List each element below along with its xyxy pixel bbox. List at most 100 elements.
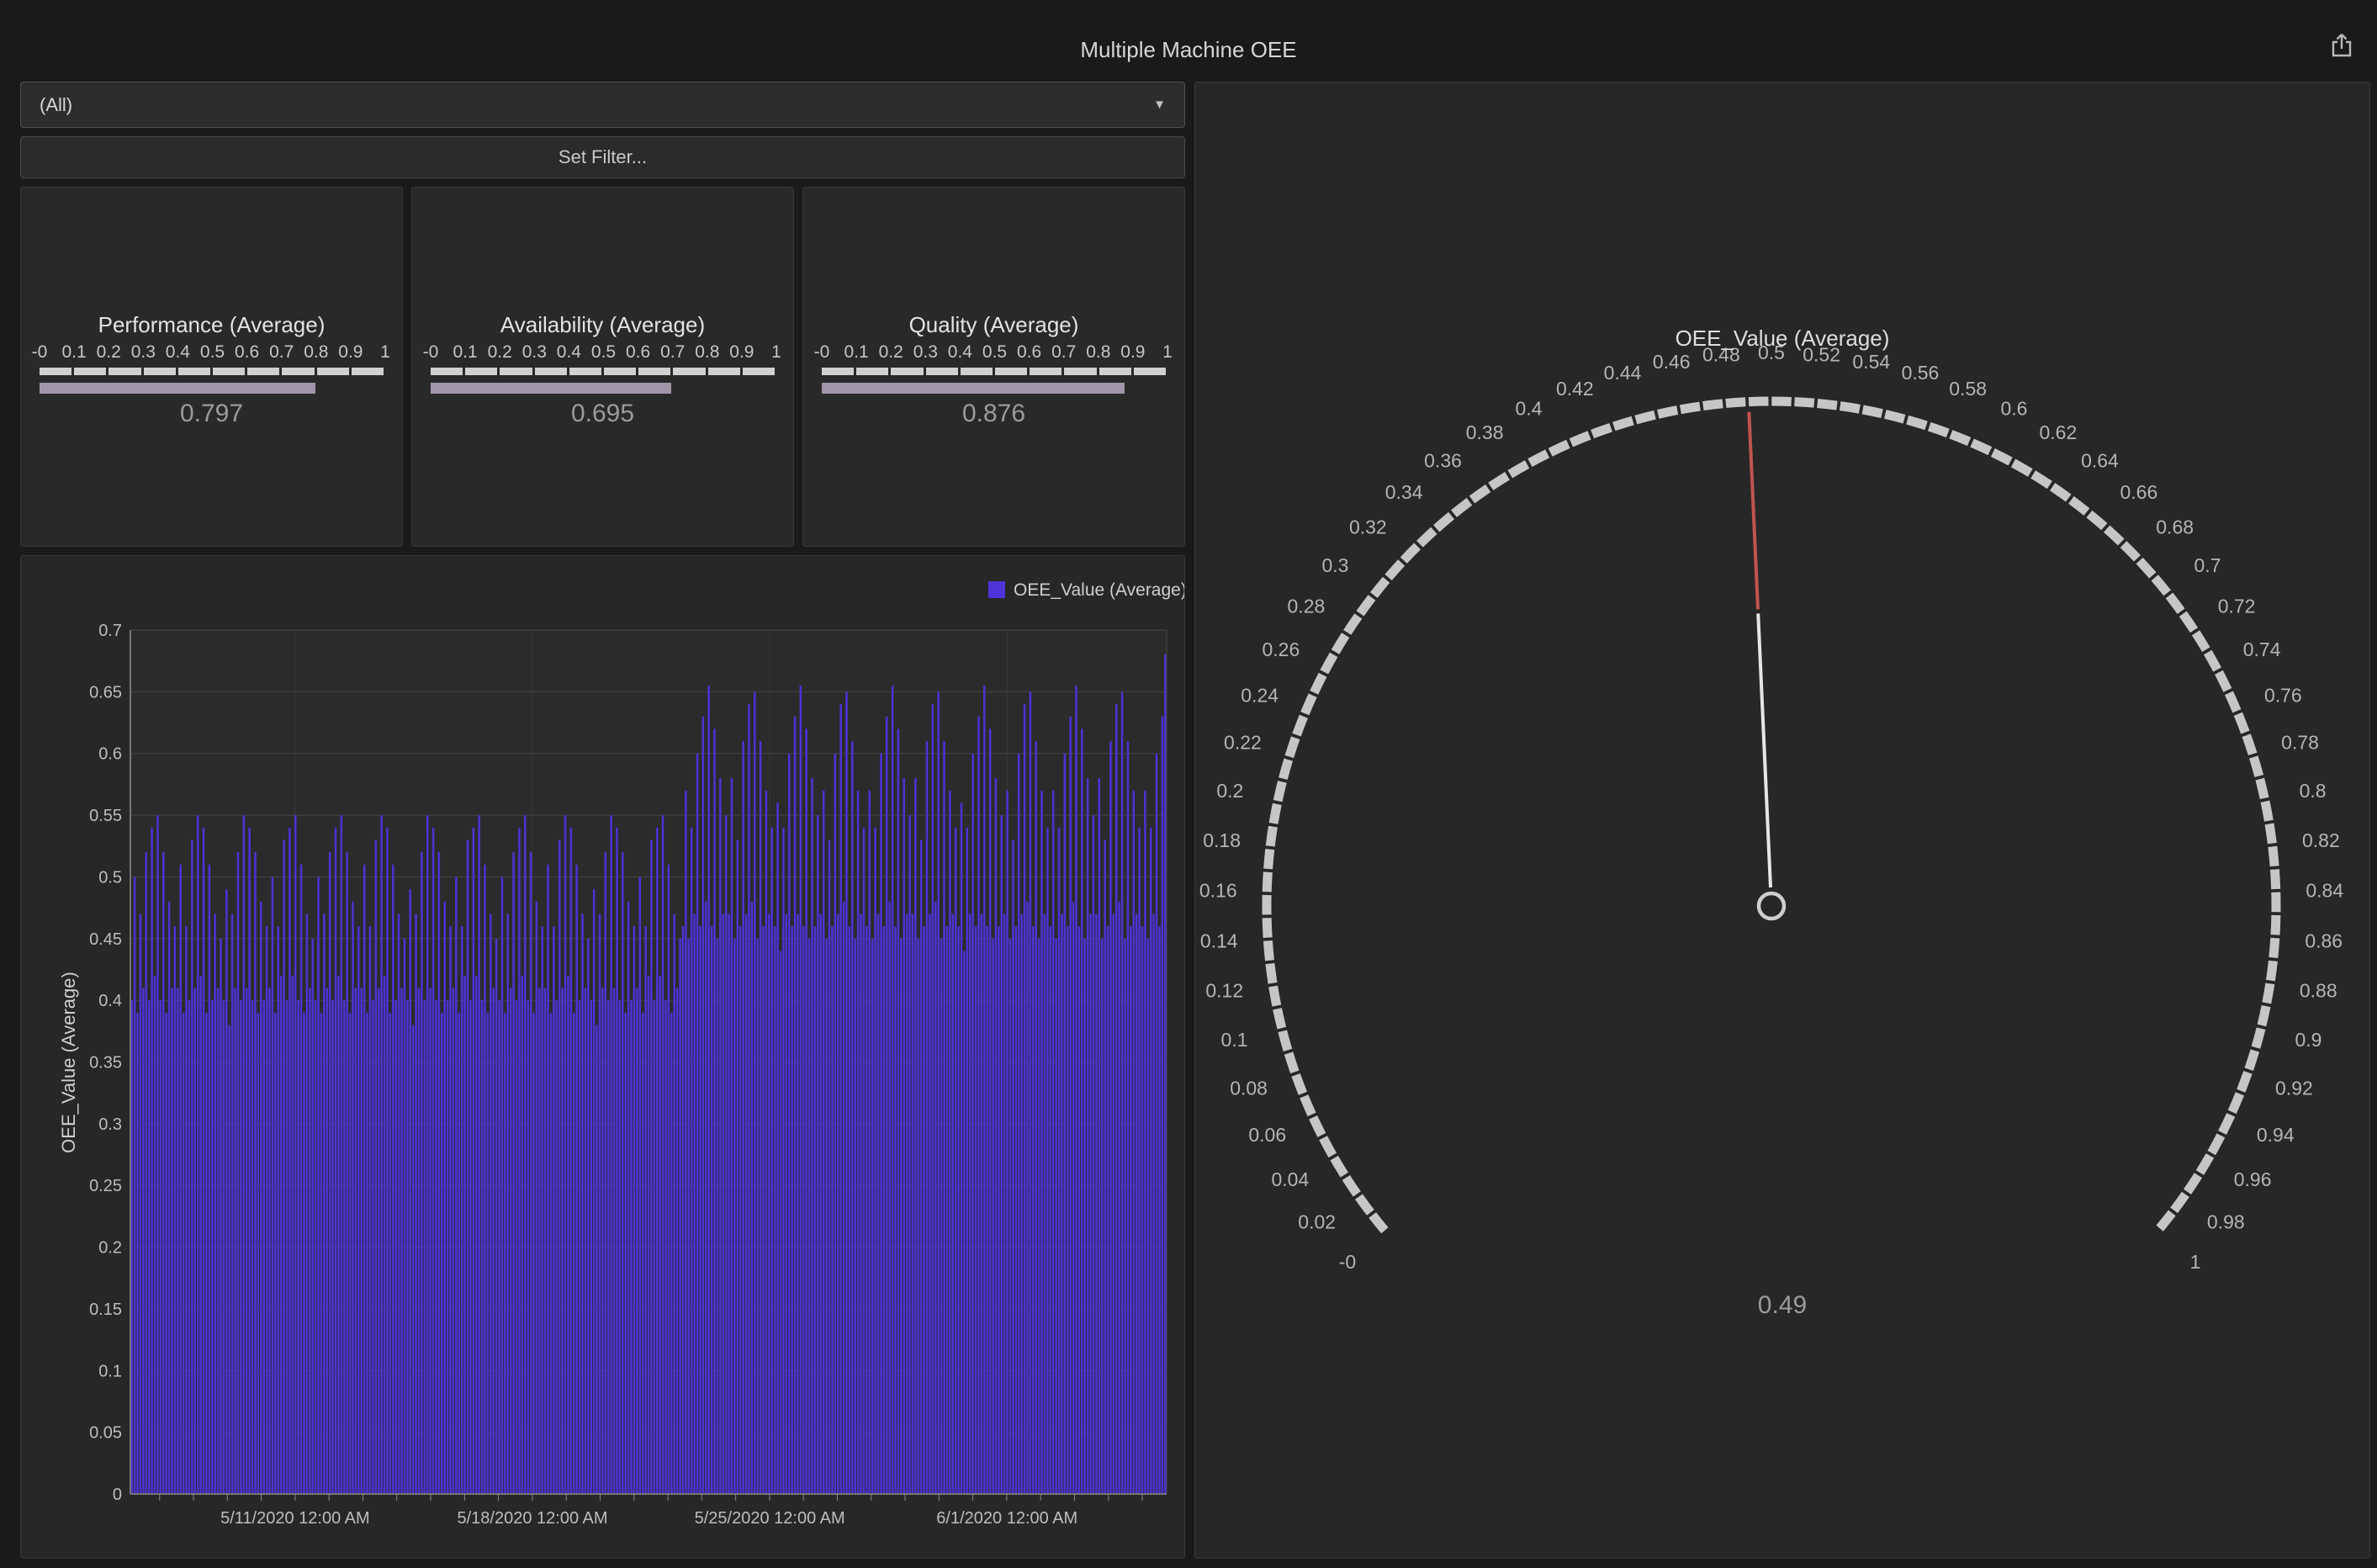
scale-tick-label: 0.3 [913,342,938,363]
bar [648,976,650,1494]
bar [920,840,923,1494]
bar [231,914,234,1494]
x-tick-label: 5/11/2020 12:00 AM [220,1509,370,1528]
bar [251,1000,254,1494]
bar [504,1013,506,1494]
bar [177,988,179,1494]
bar [438,852,441,1494]
bar [530,852,532,1494]
bar [892,686,894,1494]
bar [283,840,285,1494]
bar [510,988,512,1494]
set-filter-button[interactable]: Set Filter... [20,136,1185,178]
scale-segment [1030,368,1061,375]
scale-tick-label: 0.5 [982,342,1007,363]
scale-segment [465,368,497,375]
bar [894,926,897,1494]
bar [142,988,145,1494]
bar [160,1000,162,1494]
bar [966,828,969,1494]
bar [286,1000,289,1494]
bar [473,828,475,1494]
bar [751,902,754,1494]
bar [1058,828,1061,1494]
bar [541,926,543,1494]
scale-segment [1064,368,1096,375]
bar [745,914,748,1494]
kpi-card-quality: Quality (Average) -00.10.20.30.40.50.60.… [802,187,1185,547]
scale-tick-label: 0.8 [695,342,719,363]
machine-filter-dropdown[interactable]: (All) ▼ [20,82,1185,128]
bar [524,815,527,1494]
bar [165,1013,167,1494]
bar [455,877,458,1494]
gauge-tick-label: 0.1 [1221,1029,1248,1051]
bar [971,754,974,1494]
gauge-tick-label: 0.08 [1230,1077,1268,1099]
y-tick-label: 0.35 [89,1054,122,1073]
bar [380,815,383,1494]
gauge-tick-label: 0.44 [1604,362,1642,384]
bar [346,852,348,1494]
bar [912,914,914,1494]
scale-segment [995,368,1027,375]
bar [306,914,309,1494]
gauge-tick-label: 0.06 [1248,1124,1286,1146]
bar [209,865,211,1494]
bar [593,889,596,1494]
bar [699,926,701,1494]
bar [415,914,417,1494]
share-export-icon[interactable] [2328,32,2355,59]
bar [877,914,880,1494]
scale-tick-label: 0.9 [729,342,754,363]
page-title: Multiple Machine OEE [0,37,2377,63]
gauge-tick-label: 0.38 [1466,421,1504,443]
bar [957,926,960,1494]
bar [616,828,618,1494]
bar [705,902,707,1494]
bar [908,815,911,1494]
bar [309,988,311,1494]
gauge-needle-red [1749,412,1758,610]
oee-gauge-panel: -00.020.040.060.080.10.120.140.160.180.2… [1194,82,2370,1559]
bar [424,1000,426,1494]
bar [1000,815,1003,1494]
bar [357,926,360,1494]
bar [1018,754,1020,1494]
bar [134,877,136,1494]
bar [418,988,421,1494]
kpi-card-performance: Performance (Average) -00.10.20.30.40.50… [20,187,403,547]
bar [679,939,681,1494]
legend[interactable]: OEE_Value (Average) [988,580,1184,600]
gauge-tick-label: 0.32 [1349,516,1387,538]
bar [292,976,294,1494]
bar [467,840,469,1494]
bar [375,840,378,1494]
legend-swatch [988,581,1005,598]
bar [1107,926,1109,1494]
scale-segment [247,368,279,375]
card-title: Availability (Average) [412,312,793,338]
scale-tick-label: 1 [1162,342,1173,363]
bar [725,815,728,1494]
bar [702,717,705,1494]
bar [199,976,202,1494]
bar [272,877,274,1494]
bar [406,1000,409,1494]
scale-segment [961,368,993,375]
bar [1124,939,1126,1494]
bar [1067,926,1069,1494]
bar [217,988,220,1494]
bar [1083,939,1086,1494]
bar [378,988,380,1494]
bar [739,926,742,1494]
linear-gauge-scale-labels: -00.10.20.30.40.50.60.70.80.91 [21,342,402,364]
bar [1061,914,1063,1494]
scale-tick-label: 0.2 [488,342,512,363]
bar [825,939,828,1494]
bar [880,754,882,1494]
bar [951,914,954,1494]
bar [874,828,876,1494]
bar [854,939,856,1494]
gauge-tick-arc [1267,401,2276,1231]
